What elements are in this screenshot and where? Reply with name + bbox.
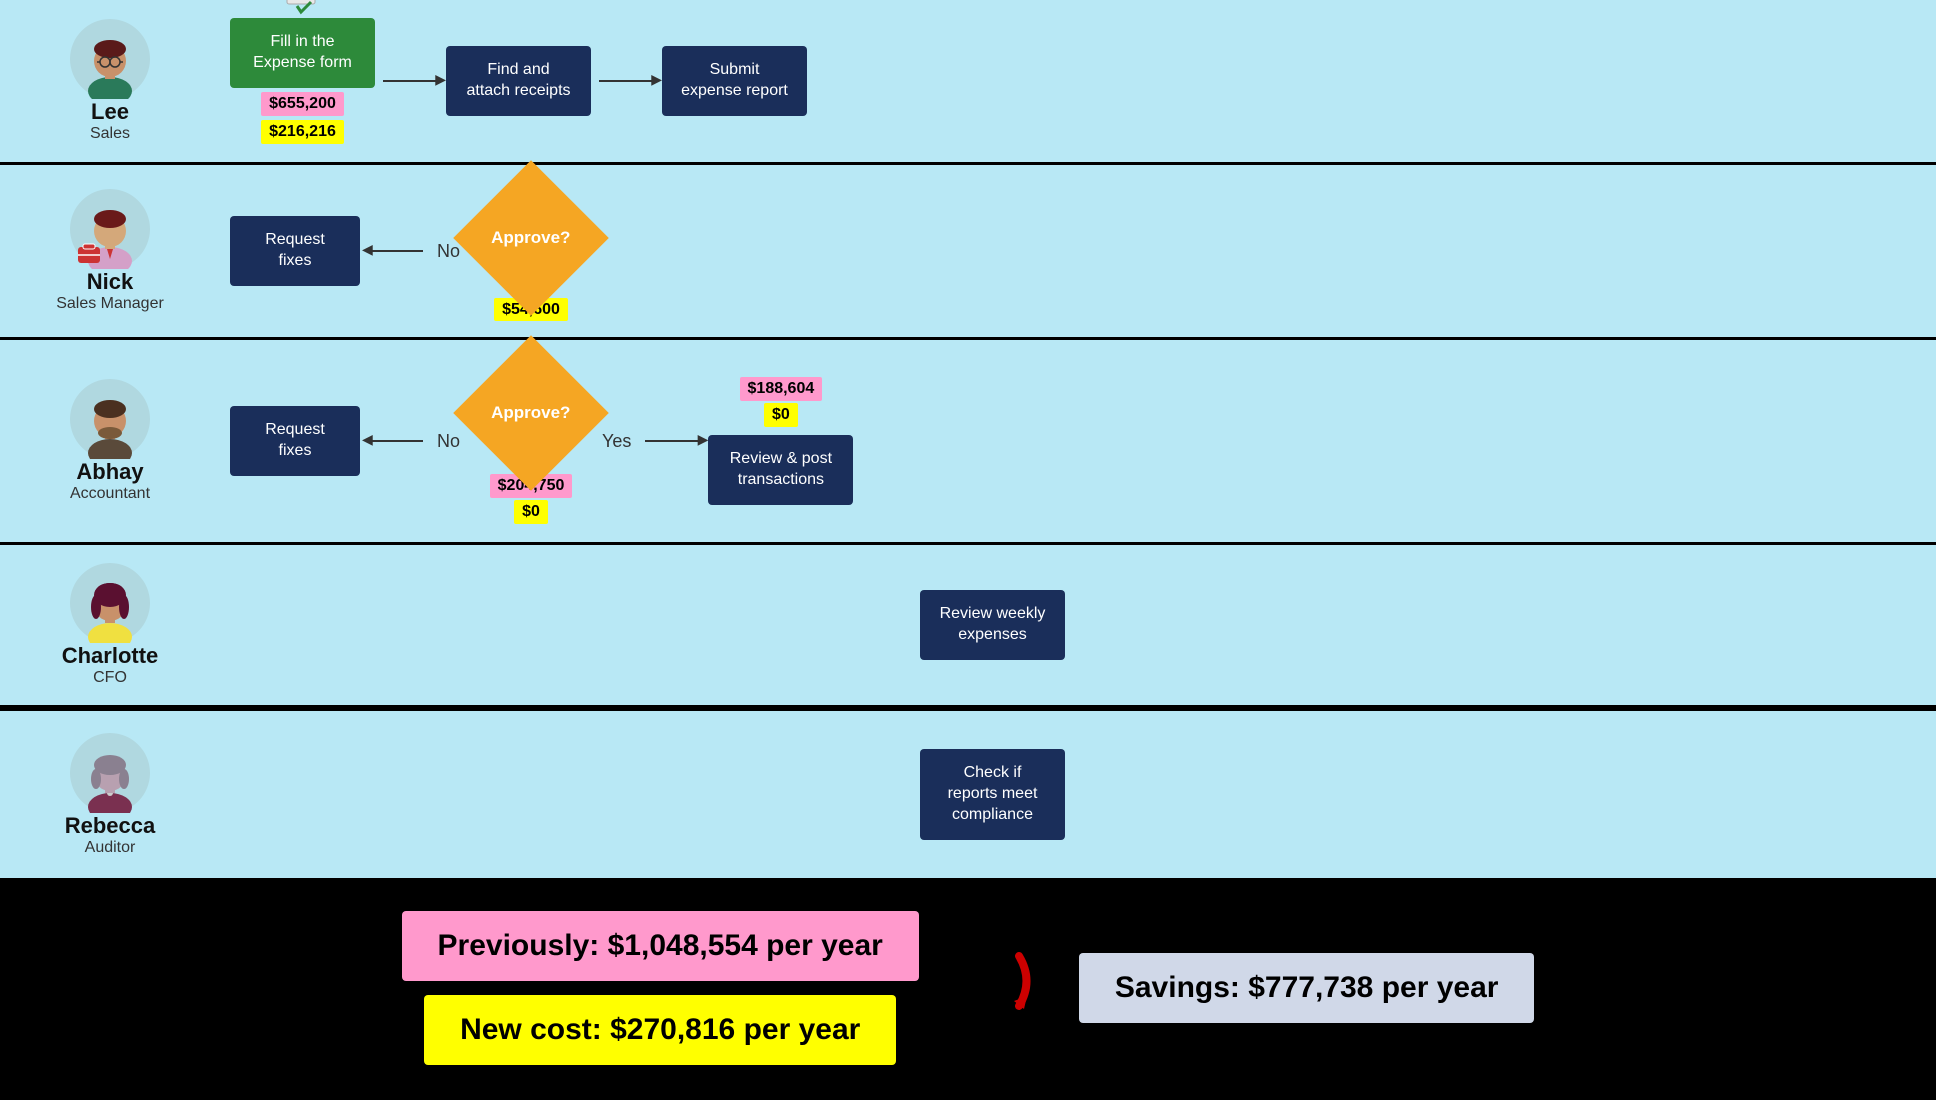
avatar-abhay (70, 379, 150, 459)
nick-title: Sales Manager (56, 295, 164, 313)
nick-name: Nick (87, 269, 133, 295)
review-weekly-box[interactable]: Review weekly expenses (920, 590, 1065, 660)
fill-expense-box[interactable]: Fill in the Expense form (230, 18, 375, 88)
avatar-nick (70, 189, 150, 269)
lee-cost-yellow: $216,216 (261, 120, 344, 144)
rebecca-name: Rebecca (65, 813, 156, 839)
arrow-abhay-right: ▶ (645, 440, 700, 442)
abhay-cost-stack-right: $188,604 $0 (740, 377, 823, 427)
abhay-right-cost-pink: $188,604 (740, 377, 823, 401)
flow-area-rebecca: Check if reports meet compliance (210, 749, 1926, 839)
arrow-1: ▶ (383, 80, 438, 82)
stats-bar: Previously: $1,048,554 per year New cost… (0, 881, 1936, 1095)
curved-arrow-icon (959, 941, 1039, 1035)
flow-area-nick: Request fixes ◀ No Approve? $54,600 (210, 183, 1926, 319)
charlotte-name: Charlotte (62, 643, 159, 669)
stat-savings: Savings: $777,738 per year (1079, 953, 1535, 1023)
avatar-area-rebecca: Rebecca Auditor (10, 733, 210, 857)
fill-expense-stack: Fill in the Expense form $655,200 $216,2… (230, 18, 375, 144)
review-post-container: $188,604 $0 Review & post transactions (708, 377, 853, 505)
flow-area-abhay: Request fixes ◀ No Approve? $204,750 $0 … (210, 358, 1926, 524)
abhay-name: Abhay (76, 459, 143, 485)
lee-name: Lee (91, 99, 129, 125)
abhay-title: Accountant (70, 485, 150, 503)
abhay-diamond-container: Approve? $204,750 $0 (476, 358, 586, 524)
document-icon (283, 0, 323, 16)
curved-arrow-svg (959, 941, 1039, 1021)
flow-row-abhay: Request fixes ◀ No Approve? $204,750 $0 … (230, 358, 853, 524)
rebecca-flow-positioned: Check if reports meet compliance (920, 749, 1065, 839)
flow-row-nick: Request fixes ◀ No Approve? $54,600 (230, 183, 596, 319)
lee-cost-pink: $655,200 (261, 92, 344, 116)
charlotte-flow-positioned: Review weekly expenses (920, 590, 1065, 660)
flow-area-charlotte: Review weekly expenses (210, 590, 1926, 660)
swimlane-abhay: Abhay Accountant Request fixes ◀ No Appr… (0, 340, 1936, 545)
submit-report-box[interactable]: Submit expense report (662, 46, 807, 116)
nick-approve-diamond[interactable]: Approve? (453, 160, 609, 316)
find-receipts-box[interactable]: Find and attach receipts (446, 46, 591, 116)
swimlane-charlotte: Charlotte CFO Review weekly expenses (0, 545, 1936, 708)
abhay-yes-label: Yes (602, 431, 631, 452)
arrow-2: ▶ (599, 80, 654, 82)
avatar-area-abhay: Abhay Accountant (10, 379, 210, 503)
avatar-area-nick: Nick Sales Manager (10, 189, 210, 313)
stat-new-cost: New cost: $270,816 per year (424, 995, 896, 1065)
avatar-area-lee: Lee Sales (10, 19, 210, 143)
charlotte-title: CFO (93, 669, 127, 687)
abhay-cost-yellow: $0 (514, 500, 548, 524)
abhay-right-cost-yellow: $0 (764, 403, 798, 427)
stats-left: Previously: $1,048,554 per year New cost… (402, 911, 919, 1065)
swimlane-rebecca: Rebecca Auditor Check if reports meet co… (0, 711, 1936, 881)
abhay-request-fixes-box[interactable]: Request fixes (230, 406, 360, 476)
arrow-nick-left: ◀ (368, 250, 423, 252)
flow-area-lee: Fill in the Expense form $655,200 $216,2… (210, 18, 1926, 144)
swimlane-nick: Nick Sales Manager Request fixes ◀ No Ap… (0, 165, 1936, 340)
avatar-charlotte (70, 563, 150, 643)
arrow-abhay-left: ◀ (368, 440, 423, 442)
nick-diamond-container: Approve? $54,600 (476, 183, 586, 319)
rebecca-title: Auditor (85, 839, 136, 857)
stat-previous: Previously: $1,048,554 per year (402, 911, 919, 981)
lee-title: Sales (90, 125, 130, 143)
nick-no-label: No (437, 241, 460, 262)
abhay-approve-diamond[interactable]: Approve? (453, 335, 609, 491)
abhay-no-label: No (437, 431, 460, 452)
swimlane-lee: Lee Sales F (0, 0, 1936, 165)
flow-row-lee: Fill in the Expense form $655,200 $216,2… (230, 18, 807, 144)
avatar-area-charlotte: Charlotte CFO (10, 563, 210, 687)
avatar-lee (70, 19, 150, 99)
review-post-box[interactable]: Review & post transactions (708, 435, 853, 505)
nick-request-fixes-box[interactable]: Request fixes (230, 216, 360, 286)
avatar-rebecca (70, 733, 150, 813)
check-compliance-box[interactable]: Check if reports meet compliance (920, 749, 1065, 839)
